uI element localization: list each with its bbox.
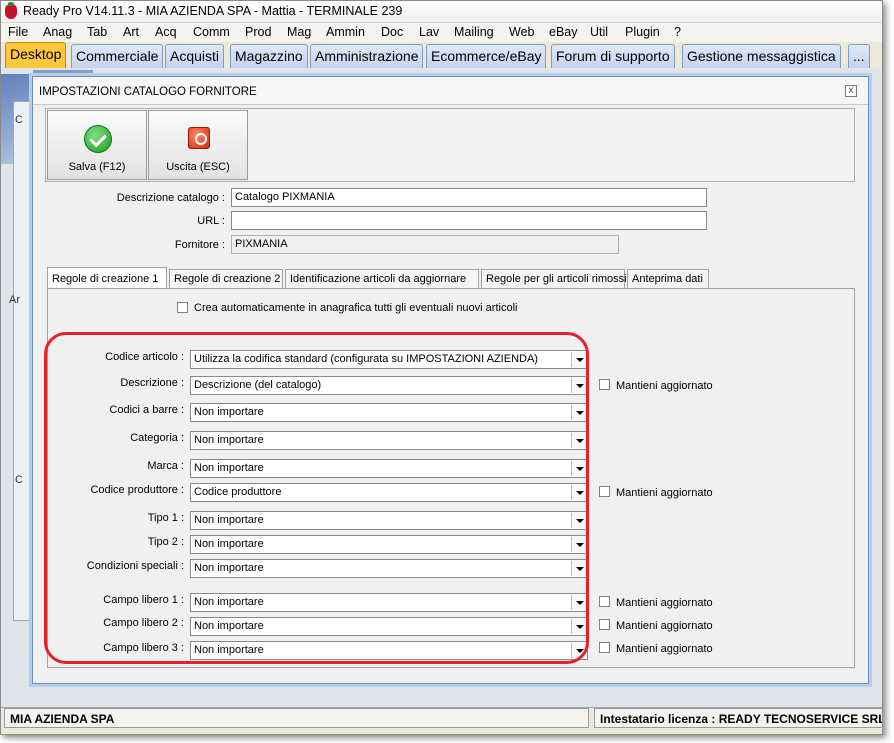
- menu-comm[interactable]: Comm: [193, 25, 230, 39]
- menu-mag[interactable]: Mag: [287, 25, 311, 39]
- tab-more[interactable]: ...: [848, 44, 870, 68]
- dialog-title: IMPOSTAZIONI CATALOGO FORNITORE: [39, 86, 257, 98]
- tab-magazzino[interactable]: Magazzino: [230, 44, 308, 68]
- application-window: Ready Pro V14.11.3 - MIA AZIENDA SPA - M…: [0, 0, 883, 735]
- tab-acquisti[interactable]: Acquisti: [165, 44, 225, 68]
- tab-articles-to-update[interactable]: Identificazione articoli da aggiornare: [285, 269, 479, 289]
- menu-ammin[interactable]: Ammin: [326, 25, 365, 39]
- url-label: URL :: [197, 215, 225, 227]
- description-field[interactable]: Catalogo PIXMANIA: [231, 188, 707, 207]
- menu-help[interactable]: ?: [674, 25, 681, 39]
- exit-button-label: Uscita (ESC): [166, 161, 230, 173]
- rules-tab-strip: Regole di creazione 1 Regole di creazion…: [47, 267, 855, 289]
- keep-updated-checkbox[interactable]: [599, 642, 610, 653]
- tab-gestione-messaggistica[interactable]: Gestione messaggistica: [682, 44, 841, 68]
- dialog-title-bar: IMPOSTAZIONI CATALOGO FORNITORE x: [33, 77, 868, 105]
- menu-file[interactable]: File: [8, 25, 28, 39]
- keep-updated-label: Mantieni aggiornato: [616, 487, 713, 499]
- close-icon[interactable]: x: [845, 85, 857, 97]
- keep-updated-checkbox[interactable]: [599, 379, 610, 390]
- supplier-field: PIXMANIA: [231, 235, 619, 254]
- dialog-toolbar: Salva (F12) Uscita (ESC): [45, 108, 855, 182]
- menu-doc[interactable]: Doc: [381, 25, 403, 39]
- auto-create-label: Crea automaticamente in anagrafica tutti…: [194, 302, 518, 314]
- menu-anag[interactable]: Anag: [43, 25, 72, 39]
- tab-data-preview[interactable]: Anteprima dati: [627, 269, 709, 289]
- tab-removed-articles-rules[interactable]: Regole per gli articoli rimossi: [481, 269, 627, 289]
- tab-desktop[interactable]: Desktop: [5, 42, 67, 68]
- menu-tab[interactable]: Tab: [87, 25, 107, 39]
- menu-acq[interactable]: Acq: [155, 25, 177, 39]
- menu-lav[interactable]: Lav: [419, 25, 439, 39]
- tab-creation-rules-2[interactable]: Regole di creazione 2: [169, 269, 283, 289]
- catalog-settings-dialog: IMPOSTAZIONI CATALOGO FORNITORE x Salva …: [32, 76, 869, 684]
- menu-art[interactable]: Art: [123, 25, 139, 39]
- auto-create-checkbox[interactable]: [177, 302, 188, 313]
- tab-ecommerce-ebay[interactable]: Ecommerce/eBay: [426, 44, 547, 68]
- power-icon: [188, 127, 210, 149]
- keep-updated-label: Mantieni aggiornato: [616, 380, 713, 392]
- window-title: Ready Pro V14.11.3 - MIA AZIENDA SPA - M…: [23, 4, 403, 18]
- tab-amministrazione[interactable]: Amministrazione: [310, 44, 424, 68]
- keep-updated-label: Mantieni aggiornato: [616, 620, 713, 632]
- tab-forum-di-supporto[interactable]: Forum di supporto: [551, 44, 675, 68]
- url-field[interactable]: [231, 211, 707, 230]
- title-bar: Ready Pro V14.11.3 - MIA AZIENDA SPA - M…: [1, 1, 882, 23]
- strawberry-app-icon: [5, 2, 17, 19]
- annotation-highlight: [44, 332, 589, 664]
- menu-plugin[interactable]: Plugin: [625, 25, 660, 39]
- background-label-a: Ar: [9, 294, 20, 306]
- menu-mailing[interactable]: Mailing: [454, 25, 494, 39]
- status-company: MIA AZIENDA SPA: [4, 708, 589, 728]
- background-label-c: C: [15, 474, 23, 486]
- background-panel: Ar C C: [9, 101, 33, 621]
- keep-updated-checkbox[interactable]: [599, 486, 610, 497]
- supplier-label: Fornitore :: [174, 239, 225, 251]
- save-button[interactable]: Salva (F12): [47, 110, 147, 180]
- tab-creation-rules-1[interactable]: Regole di creazione 1: [47, 267, 167, 288]
- keep-updated-label: Mantieni aggiornato: [616, 597, 713, 609]
- tab-commerciale[interactable]: Commerciale: [71, 44, 164, 68]
- checkmark-icon: [84, 125, 112, 153]
- description-label: Descrizione catalogo :: [116, 192, 225, 204]
- keep-updated-checkbox[interactable]: [599, 596, 610, 607]
- menu-prod[interactable]: Prod: [245, 25, 271, 39]
- save-button-label: Salva (F12): [68, 161, 126, 173]
- menu-util[interactable]: Util: [590, 25, 608, 39]
- background-label-b: C: [15, 114, 23, 126]
- menu-ebay[interactable]: eBay: [549, 25, 578, 39]
- status-license: Intestatario licenza : READY TECNOSERVIC…: [594, 708, 882, 728]
- menu-web[interactable]: Web: [509, 25, 534, 39]
- keep-updated-label: Mantieni aggiornato: [616, 643, 713, 655]
- menu-bar: File Anag Tab Art Acq Comm Prod Mag Ammi…: [1, 23, 882, 42]
- module-tab-bar: Desktop Commerciale Acquisti Magazzino A…: [1, 42, 882, 68]
- exit-button[interactable]: Uscita (ESC): [148, 110, 248, 180]
- keep-updated-checkbox[interactable]: [599, 619, 610, 630]
